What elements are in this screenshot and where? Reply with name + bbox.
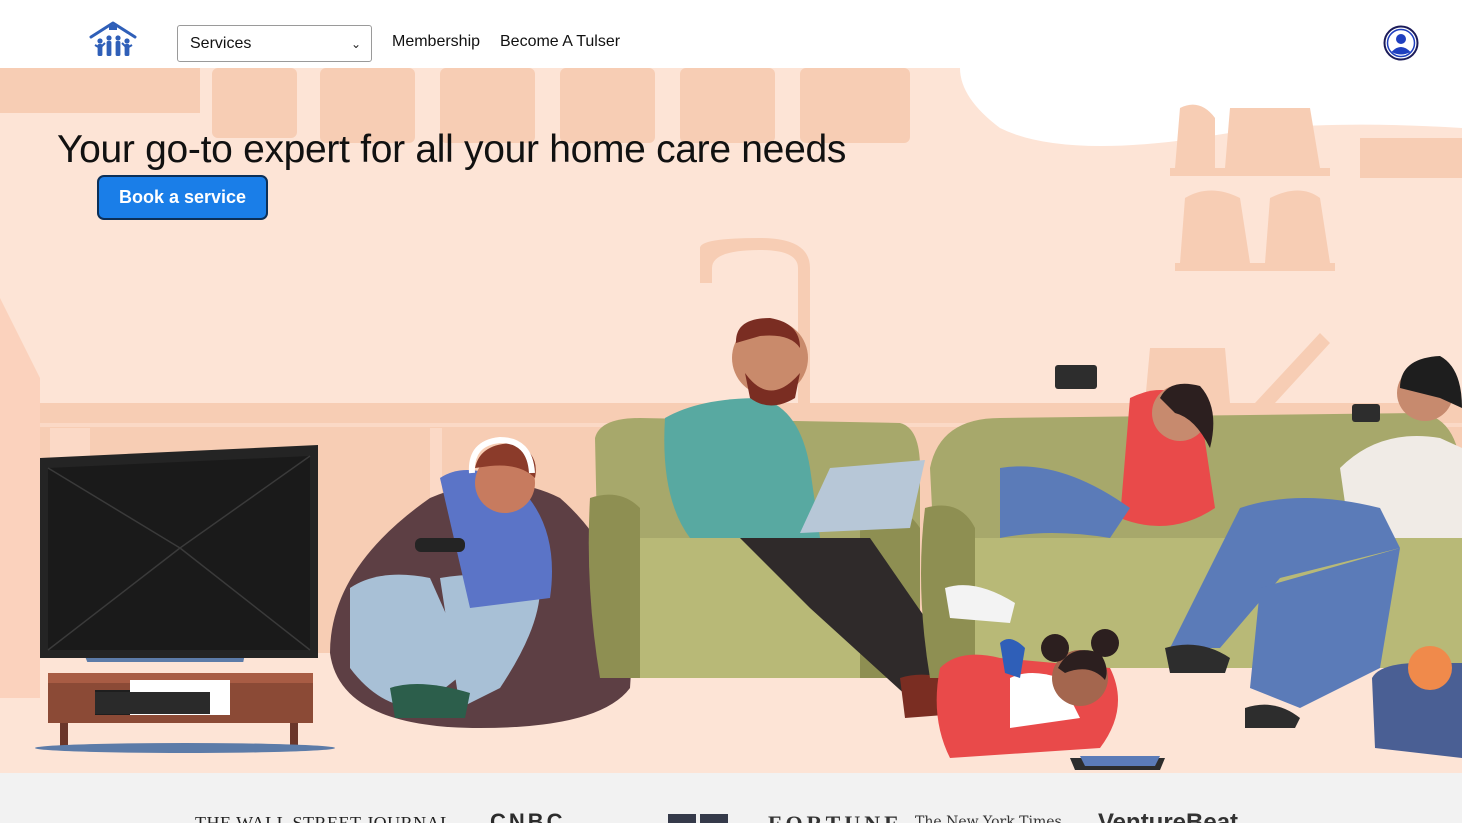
- family-living-room-illustration: [0, 68, 1462, 773]
- chevron-down-icon: ⌄: [350, 36, 361, 51]
- wsj-logo: THE WALL STREET JOURNAL: [195, 813, 452, 823]
- services-dropdown[interactable]: Services ⌄: [177, 25, 372, 62]
- nav-membership-link[interactable]: Membership: [392, 33, 480, 51]
- house-logo-icon[interactable]: [89, 21, 137, 59]
- cnbc-logo: CNBC: [490, 809, 566, 823]
- user-circle-icon[interactable]: [1383, 25, 1419, 61]
- nav-become-tulser-link[interactable]: Become A Tulser: [500, 33, 620, 51]
- nyt-logo: The New York Times: [915, 814, 1062, 823]
- venturebeat-logo: VentureBeat: [1098, 809, 1239, 823]
- square-press-logo: [668, 814, 728, 823]
- fortune-logo: FORTUNE: [768, 811, 903, 823]
- site-header: Services ⌄ Membership Become A Tulser: [0, 0, 1462, 68]
- hero-title: Your go-to expert for all your home care…: [57, 128, 847, 171]
- press-logos-strip: THE WALL STREET JOURNAL CNBC FORTUNE The…: [0, 773, 1462, 823]
- services-dropdown-value: Services: [190, 34, 252, 52]
- hero-section: Your go-to expert for all your home care…: [0, 68, 1462, 773]
- book-service-button[interactable]: Book a service: [97, 175, 268, 220]
